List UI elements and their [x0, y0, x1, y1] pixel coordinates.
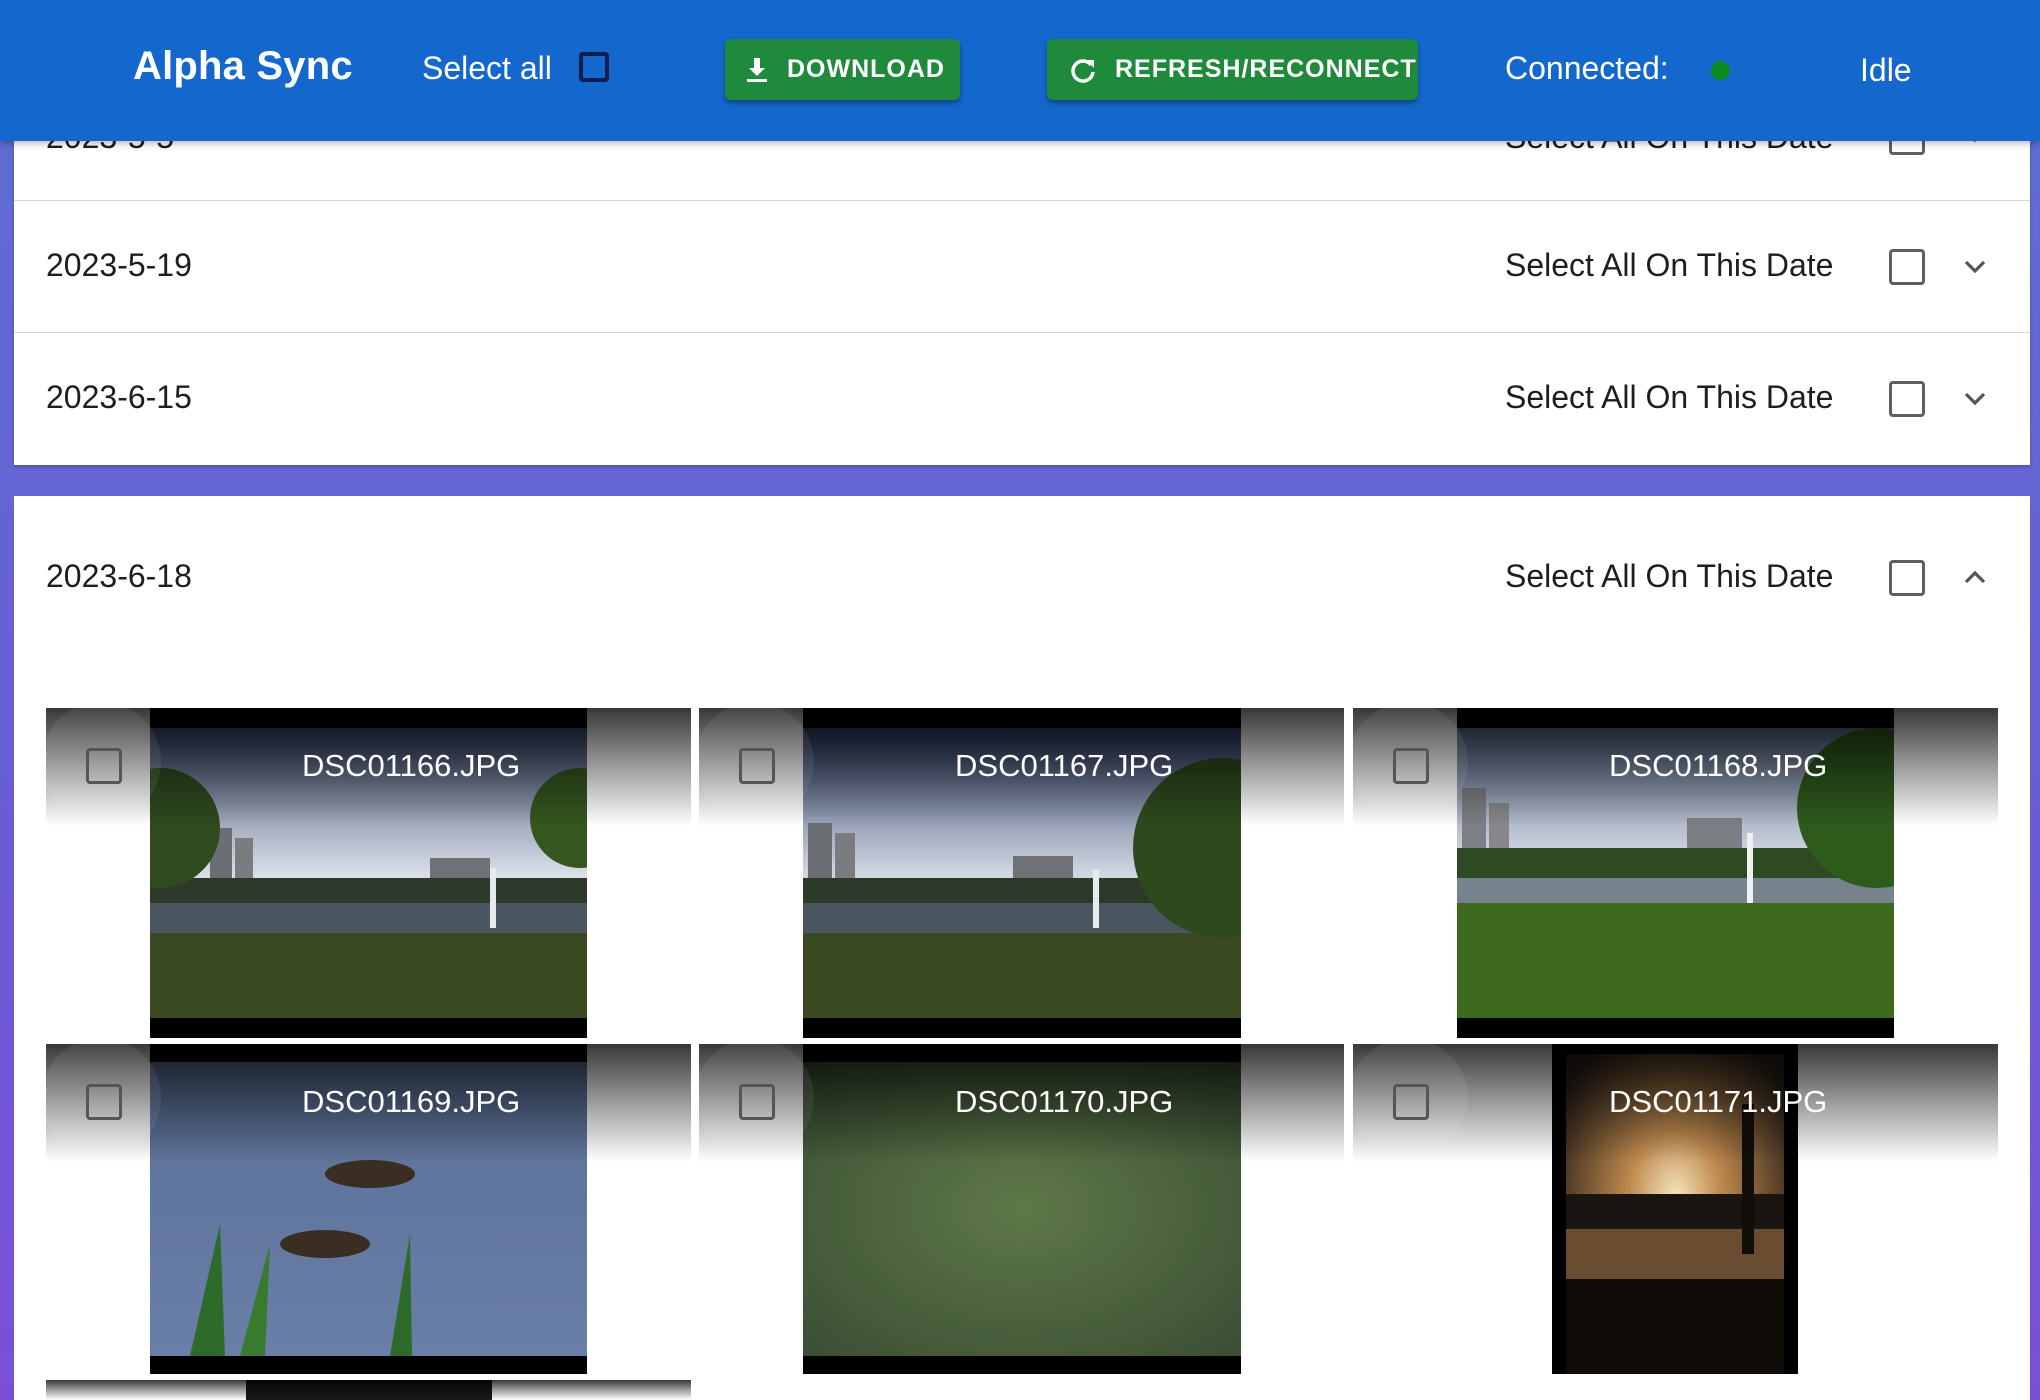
- date-row-2023-6-15[interactable]: 2023-6-15 Select All On This Date: [14, 333, 2030, 465]
- image-card[interactable]: DSC01170.JPG: [699, 1044, 1344, 1374]
- refresh-icon: [1071, 58, 1095, 83]
- image-card-partial[interactable]: [46, 1380, 691, 1400]
- select-all-on-date-label: Select All On This Date: [1505, 379, 1834, 415]
- image-filename: DSC01171.JPG: [1609, 1084, 1828, 1119]
- date-label: 2023-6-15: [46, 379, 192, 415]
- refresh-button-label: REFRESH/RECONNECT: [1115, 55, 1417, 83]
- connection-status-indicator: [1711, 61, 1730, 80]
- image-card[interactable]: DSC01167.JPG: [699, 708, 1344, 1038]
- app-bar: Alpha Sync Select all DOWNLOAD REFRESH/R…: [0, 0, 2040, 141]
- image-filename: DSC01170.JPG: [955, 1084, 1174, 1119]
- image-filename: DSC01169.JPG: [302, 1084, 521, 1119]
- card-header-shade: [46, 1380, 691, 1400]
- connected-label: Connected:: [1505, 50, 1669, 86]
- image-select-checkbox[interactable]: [739, 748, 775, 784]
- image-card[interactable]: DSC01171.JPG: [1353, 1044, 1998, 1374]
- date-label: 2023-6-18: [46, 558, 192, 594]
- download-button-label: DOWNLOAD: [787, 55, 945, 83]
- image-card[interactable]: DSC01168.JPG: [1353, 708, 1998, 1038]
- select-all-on-date-label: Select All On This Date: [1505, 558, 1834, 594]
- select-all-on-date-label: Select All On This Date: [1505, 247, 1834, 283]
- chevron-down-icon[interactable]: [1958, 250, 1992, 284]
- select-all-on-date-checkbox[interactable]: [1889, 560, 1925, 596]
- image-select-checkbox[interactable]: [1393, 748, 1429, 784]
- select-all-label: Select all: [422, 50, 552, 86]
- select-all-on-date-checkbox[interactable]: [1889, 249, 1925, 285]
- date-label: 2023-5-19: [46, 247, 192, 283]
- image-filename: DSC01167.JPG: [955, 748, 1174, 783]
- expanded-date-panel: 2023-6-18 Select All On This Date DSC011…: [14, 496, 2030, 1400]
- chevron-up-icon[interactable]: [1958, 560, 1992, 594]
- collapsed-date-panels: 2023-5-5 Select All On This Date 2023-5-…: [14, 119, 2030, 465]
- select-all-on-date-checkbox[interactable]: [1889, 381, 1925, 417]
- image-card[interactable]: DSC01169.JPG: [46, 1044, 691, 1374]
- download-button[interactable]: DOWNLOAD: [725, 39, 960, 100]
- image-filename: DSC01168.JPG: [1609, 748, 1828, 783]
- app-title: Alpha Sync: [133, 44, 353, 88]
- date-row-2023-5-19[interactable]: 2023-5-19 Select All On This Date: [14, 201, 2030, 333]
- image-select-checkbox[interactable]: [739, 1084, 775, 1120]
- status-text: Idle: [1860, 52, 1912, 88]
- image-select-checkbox[interactable]: [86, 1084, 122, 1120]
- image-filename: DSC01166.JPG: [302, 748, 521, 783]
- image-card[interactable]: DSC01166.JPG: [46, 708, 691, 1038]
- chevron-down-icon[interactable]: [1958, 382, 1992, 416]
- image-select-checkbox[interactable]: [86, 748, 122, 784]
- refresh-reconnect-button[interactable]: REFRESH/RECONNECT: [1047, 39, 1418, 100]
- download-icon: [747, 57, 767, 82]
- image-select-checkbox[interactable]: [1393, 1084, 1429, 1120]
- select-all-checkbox[interactable]: [579, 52, 609, 82]
